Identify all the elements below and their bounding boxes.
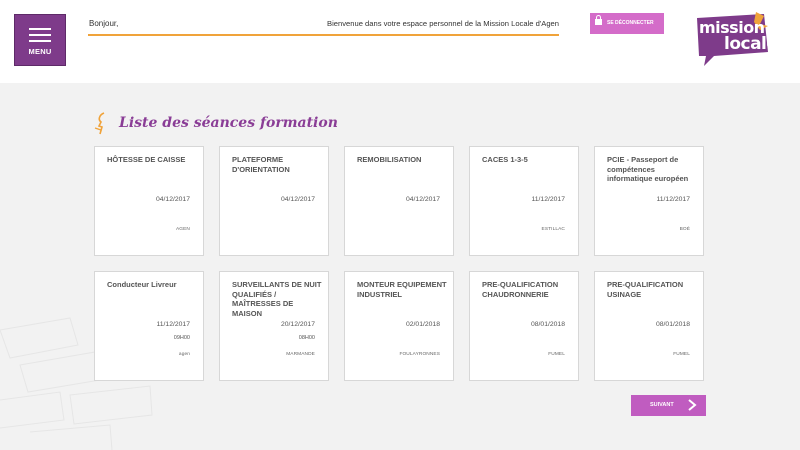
session-title: Conducteur Livreur [107,280,177,289]
session-time: 09H00 [173,335,190,341]
session-title: MONTEUR EQUIPEMENT INDUSTRIEL [357,280,447,299]
session-date: 04/12/2017 [280,196,315,203]
menu-button[interactable]: MENU [14,14,66,66]
session-card[interactable]: PLATEFORME D'ORIENTATION 04/12/2017 [219,146,329,256]
mission-locale-logo[interactable]: mission locale [694,12,780,68]
session-place: AGEN [176,227,190,232]
session-date: 20/12/2017 [280,321,315,328]
session-title: CACES 1-3-5 [482,155,528,164]
session-time: 08H00 [298,335,315,341]
next-button[interactable]: SUIVANT [631,395,706,416]
session-date: 11/12/2017 [656,196,690,203]
session-card[interactable]: MONTEUR EQUIPEMENT INDUSTRIEL 02/01/2018 F… [344,271,454,381]
welcome-text: Bienvenue dans votre espace personnel de… [327,19,559,28]
greeting-text: Bonjour, [89,19,119,28]
menu-label: MENU [28,47,52,56]
logout-button[interactable]: SE DÉCONNECTER [590,13,664,34]
session-card[interactable]: PRE-QUALIFICATION CHAUDRONNERIE 08/01/201… [469,271,579,381]
session-title: PRE-QUALIFICATION USINAGE [607,280,684,299]
session-card[interactable]: Conducteur Livreur 11/12/2017 09H00 agen [94,271,204,381]
session-card[interactable]: CACES 1-3-5 11/12/2017 ESTILLAC [469,146,579,256]
session-place: FUMEL [548,352,565,357]
hamburger-icon-bar [29,40,51,42]
session-place: agen [178,352,190,357]
header: MENU Bonjour, Bienvenue dans votre espac… [0,0,800,83]
chevron-right-icon [688,399,697,411]
lock-icon [595,15,602,25]
hamburger-icon-bar [29,34,51,36]
session-title: REMOBILISATION [357,155,422,164]
session-place: ESTILLAC [541,227,565,232]
session-date: 11/12/2017 [531,196,565,203]
next-label: SUIVANT [650,402,674,408]
session-title: HÔTESSE DE CAISSE [107,155,186,164]
person-icon [94,112,105,135]
session-date: 08/01/2018 [530,321,565,328]
session-place: FOULAYRONNES [399,352,440,357]
session-title: PLATEFORME D'ORIENTATION [232,155,290,174]
session-card[interactable]: SURVEILLANTS DE NUIT QUALIFIÉS / MAÎTRES… [219,271,329,381]
session-title: SURVEILLANTS DE NUIT QUALIFIÉS / MAÎTRES… [232,280,322,318]
session-date: 08/01/2018 [655,321,690,328]
session-card[interactable]: HÔTESSE DE CAISSE 04/12/2017 AGEN [94,146,204,256]
session-card[interactable]: PRE-QUALIFICATION USINAGE 08/01/2018 FUMEL [594,271,704,381]
session-title: PCIE - Passeport de compétences informat… [607,155,689,183]
session-title: PRE-QUALIFICATION CHAUDRONNERIE [482,280,559,299]
session-card[interactable]: PCIE - Passeport de compétences informat… [594,146,704,256]
hamburger-icon [29,28,51,30]
page-title: Liste des séances formation [119,115,338,131]
session-card[interactable]: REMOBILISATION 04/12/2017 [344,146,454,256]
session-date: 04/12/2017 [155,196,190,203]
session-date: 11/12/2017 [156,321,190,328]
session-place: MARMANDE [286,352,315,357]
session-date: 04/12/2017 [405,196,440,203]
session-date: 02/01/2018 [405,321,440,328]
logout-label: SE DÉCONNECTER [607,20,654,26]
logo-text-locale: locale [724,34,778,54]
session-place: BOÉ [679,227,690,232]
welcome-bar: Bonjour, Bienvenue dans votre espace per… [88,16,559,36]
session-place: FUMEL [673,352,690,357]
